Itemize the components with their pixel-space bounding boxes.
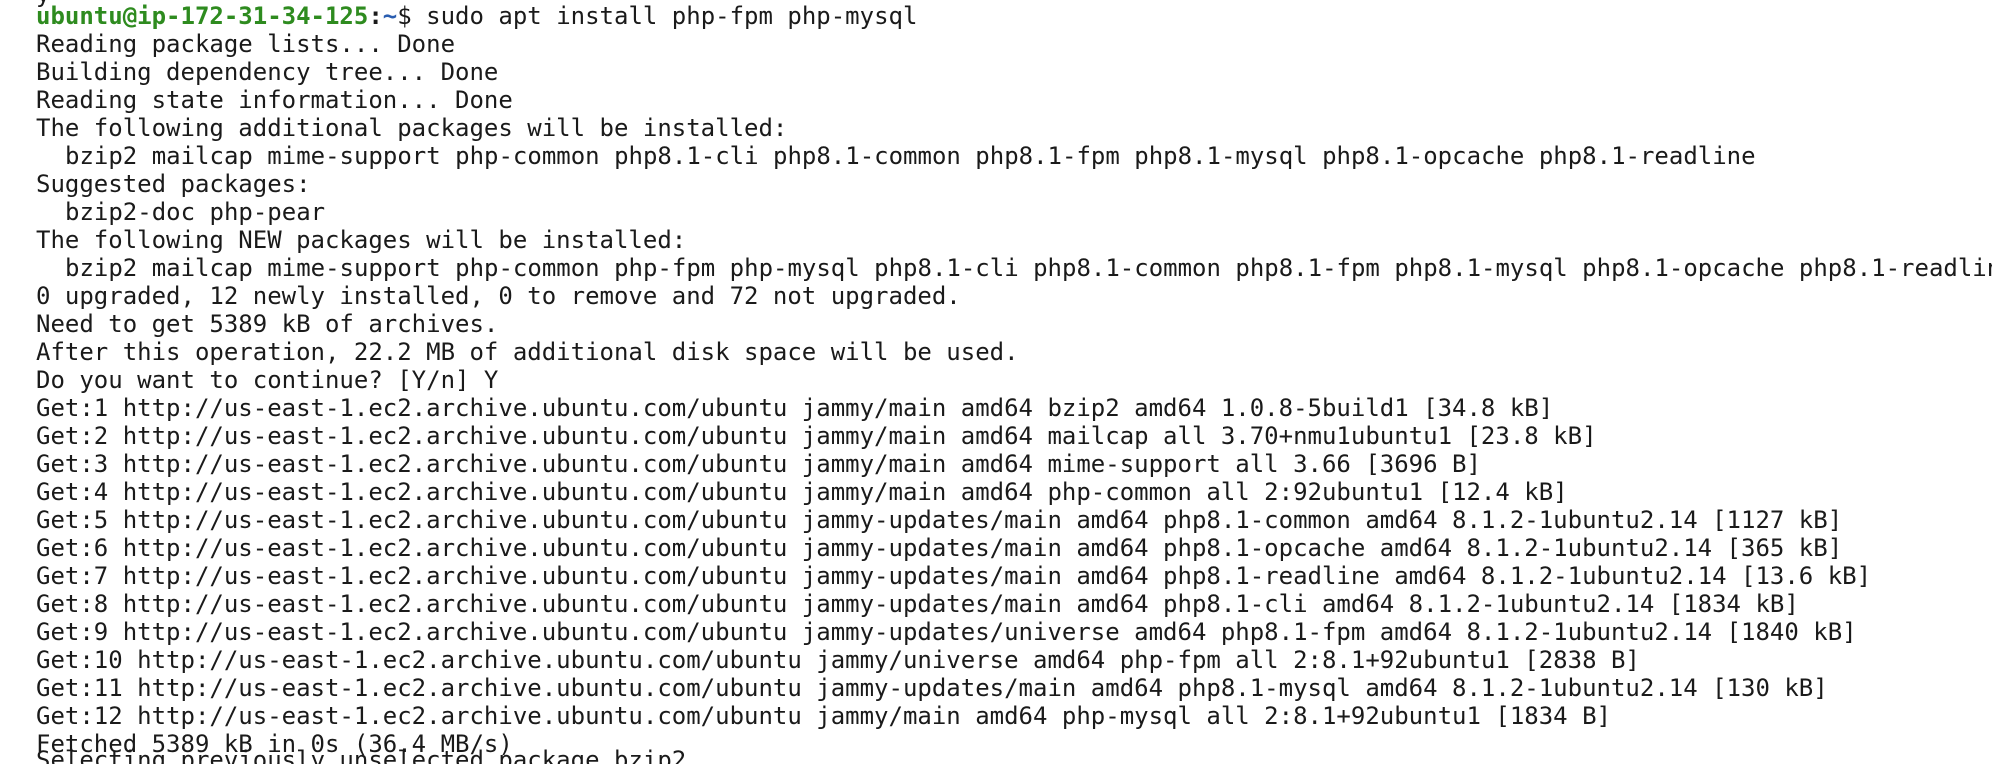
prompt-separator: :: [368, 2, 383, 30]
output-line: Get:10 http://us-east-1.ec2.archive.ubun…: [36, 646, 1640, 674]
prompt-path: ~: [382, 2, 398, 30]
output-line: Get:5 http://us-east-1.ec2.archive.ubunt…: [36, 506, 1843, 534]
prompt-symbol: $: [397, 2, 412, 30]
output-line: Get:7 http://us-east-1.ec2.archive.ubunt…: [36, 562, 1872, 590]
terminal-window[interactable]: y ubuntu@ip-172-31-34-125:~$ sudo apt in…: [0, 0, 1992, 764]
output-line: bzip2 mailcap mime-support php-common ph…: [65, 142, 1756, 170]
output-line: Get:3 http://us-east-1.ec2.archive.ubunt…: [36, 450, 1481, 478]
output-line: bzip2-doc php-pear: [65, 198, 326, 226]
output-line: Reading package lists... Done: [36, 30, 456, 58]
output-line: The following additional packages will b…: [36, 114, 788, 142]
output-line: 0 upgraded, 12 newly installed, 0 to rem…: [36, 282, 961, 310]
output-line: Get:12 http://us-east-1.ec2.archive.ubun…: [36, 702, 1611, 730]
output-lines: Reading package lists... Done Building de…: [36, 30, 1992, 758]
output-line: After this operation, 22.2 MB of additio…: [36, 338, 1019, 366]
clipped-bottom-line: Selecting previously unselected package …: [36, 746, 701, 764]
prompt-line: ubuntu@ip-172-31-34-125:~$ sudo apt inst…: [36, 2, 1992, 30]
output-line: Need to get 5389 kB of archives.: [36, 310, 499, 338]
output-line: Get:9 http://us-east-1.ec2.archive.ubunt…: [36, 618, 1857, 646]
output-line: Get:2 http://us-east-1.ec2.archive.ubunt…: [36, 422, 1597, 450]
prompt-user-host: ubuntu@ip-172-31-34-125: [36, 2, 369, 30]
output-line: The following NEW packages will be insta…: [36, 226, 687, 254]
output-line: Get:6 http://us-east-1.ec2.archive.ubunt…: [36, 534, 1843, 562]
terminal-output: ubuntu@ip-172-31-34-125:~$ sudo apt inst…: [36, 2, 1992, 764]
output-line: Get:11 http://us-east-1.ec2.archive.ubun…: [36, 674, 1828, 702]
command-text: sudo apt install php-fpm php-mysql: [411, 2, 918, 30]
output-line: bzip2 mailcap mime-support php-common ph…: [65, 254, 1992, 282]
output-line: Get:8 http://us-east-1.ec2.archive.ubunt…: [36, 590, 1799, 618]
output-line: Do you want to continue? [Y/n] Y: [36, 366, 499, 394]
output-line: Get:4 http://us-east-1.ec2.archive.ubunt…: [36, 478, 1568, 506]
output-line: Reading state information... Done: [36, 86, 513, 114]
output-line: Building dependency tree... Done: [36, 58, 499, 86]
output-line: Suggested packages:: [36, 170, 311, 198]
output-line: Get:1 http://us-east-1.ec2.archive.ubunt…: [36, 394, 1554, 422]
